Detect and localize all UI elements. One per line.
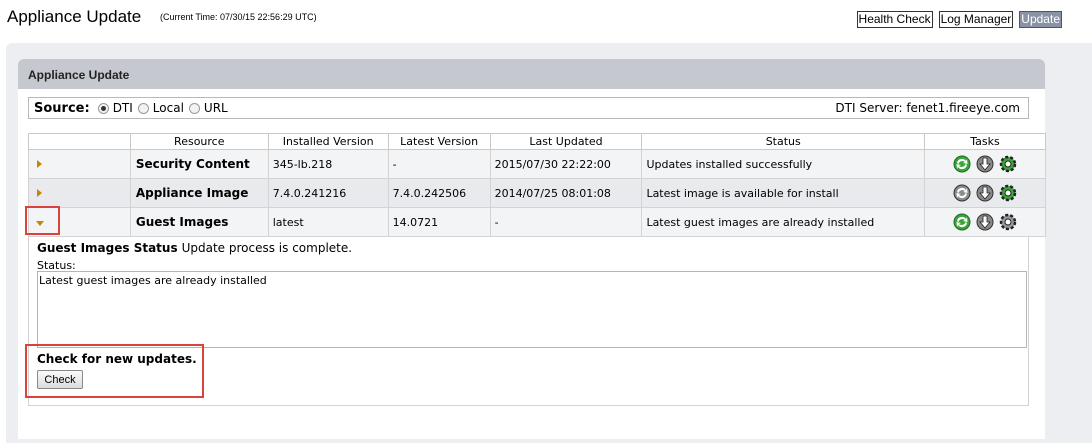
settings-icon[interactable]	[998, 154, 1018, 174]
table-row: Security Content 345-lb.218 - 2015/07/30…	[28, 149, 1046, 179]
col-header-last-updated: Last Updated	[489, 133, 643, 150]
dti-server: DTI Server: fenet1.fireeye.com	[835, 101, 1020, 115]
table-row: Appliance Image 7.4.0.241216 7.4.0.24250…	[28, 178, 1046, 208]
source-option-local[interactable]: Local	[136, 101, 184, 115]
expand-arrow-icon[interactable]	[37, 159, 42, 168]
latest-version: 14.0721	[387, 207, 491, 237]
page-title: Appliance Update	[7, 7, 142, 26]
last-updated: 2014/07/25 08:01:08	[489, 178, 643, 208]
status-text: Latest image is available for install	[641, 178, 926, 208]
col-header-resource: Resource	[129, 133, 269, 150]
download-icon[interactable]	[975, 154, 995, 174]
col-header-status: Status	[641, 133, 926, 150]
current-time: (Current Time: 07/30/15 22:56:29 UTC)	[160, 12, 317, 22]
guest-images-status: Guest Images Status Update process is com…	[37, 241, 352, 255]
radio-dti-label: DTI	[112, 101, 133, 115]
latest-version: -	[387, 149, 491, 179]
last-updated: 2015/07/30 22:22:00	[489, 149, 643, 179]
update-icon[interactable]	[952, 212, 972, 232]
col-header-installed: Installed Version	[267, 133, 389, 150]
resource-name: Security Content	[129, 149, 269, 179]
last-updated: -	[489, 207, 643, 237]
top-nav: Health Check Log Manager Update	[856, 11, 1062, 28]
highlight-box-check-updates	[25, 344, 204, 398]
table-header-row: Resource Installed Version Latest Versio…	[28, 133, 1046, 150]
radio-url[interactable]	[188, 102, 200, 114]
radio-url-label: URL	[203, 101, 228, 115]
resource-name: Appliance Image	[129, 178, 269, 208]
health-check-link[interactable]: Health Check	[856, 11, 933, 28]
installed-version: latest	[267, 207, 389, 237]
expand-toggle[interactable]	[28, 178, 131, 208]
download-icon[interactable]	[975, 183, 995, 203]
settings-icon[interactable]	[998, 212, 1018, 232]
download-icon[interactable]	[975, 212, 995, 232]
update-icon[interactable]	[952, 183, 972, 203]
tasks-cell	[924, 178, 1046, 208]
highlight-box-expand-toggle	[25, 206, 60, 235]
log-manager-link[interactable]: Log Manager	[938, 11, 1014, 28]
installed-version: 345-lb.218	[267, 149, 389, 179]
update-link[interactable]: Update	[1019, 11, 1062, 28]
col-header-tasks: Tasks	[924, 133, 1046, 150]
status-textarea[interactable]: Latest guest images are already installe…	[37, 271, 1027, 348]
source-label: Source:	[34, 100, 90, 116]
radio-dti[interactable]	[97, 102, 109, 114]
status-message: Update process is complete.	[181, 241, 353, 255]
resource-table: Resource Installed Version Latest Versio…	[28, 133, 1046, 237]
source-bar: Source: DTI Local URL DTI Server: fenet1…	[28, 97, 1029, 119]
status-text: Latest guest images are already installe…	[641, 207, 926, 237]
table-row: Guest Images latest 14.0721 - Latest gue…	[28, 207, 1046, 237]
update-icon[interactable]	[952, 154, 972, 174]
panel-title: Appliance Update	[18, 59, 1045, 89]
status-title: Guest Images Status	[37, 241, 178, 255]
radio-local[interactable]	[137, 102, 149, 114]
settings-icon[interactable]	[998, 183, 1018, 203]
col-header-latest: Latest Version	[387, 133, 491, 150]
tasks-cell	[924, 207, 1046, 237]
expand-toggle[interactable]	[28, 149, 131, 179]
resource-name: Guest Images	[129, 207, 269, 237]
tasks-cell	[924, 149, 1046, 179]
expand-arrow-icon[interactable]	[37, 188, 42, 197]
latest-version: 7.4.0.242506	[387, 178, 491, 208]
radio-local-label: Local	[152, 101, 184, 115]
source-option-dti[interactable]: DTI	[96, 101, 133, 115]
status-text: Updates installed successfully	[641, 149, 926, 179]
col-header-expand	[28, 133, 131, 150]
installed-version: 7.4.0.241216	[267, 178, 389, 208]
source-option-url[interactable]: URL	[187, 101, 228, 115]
